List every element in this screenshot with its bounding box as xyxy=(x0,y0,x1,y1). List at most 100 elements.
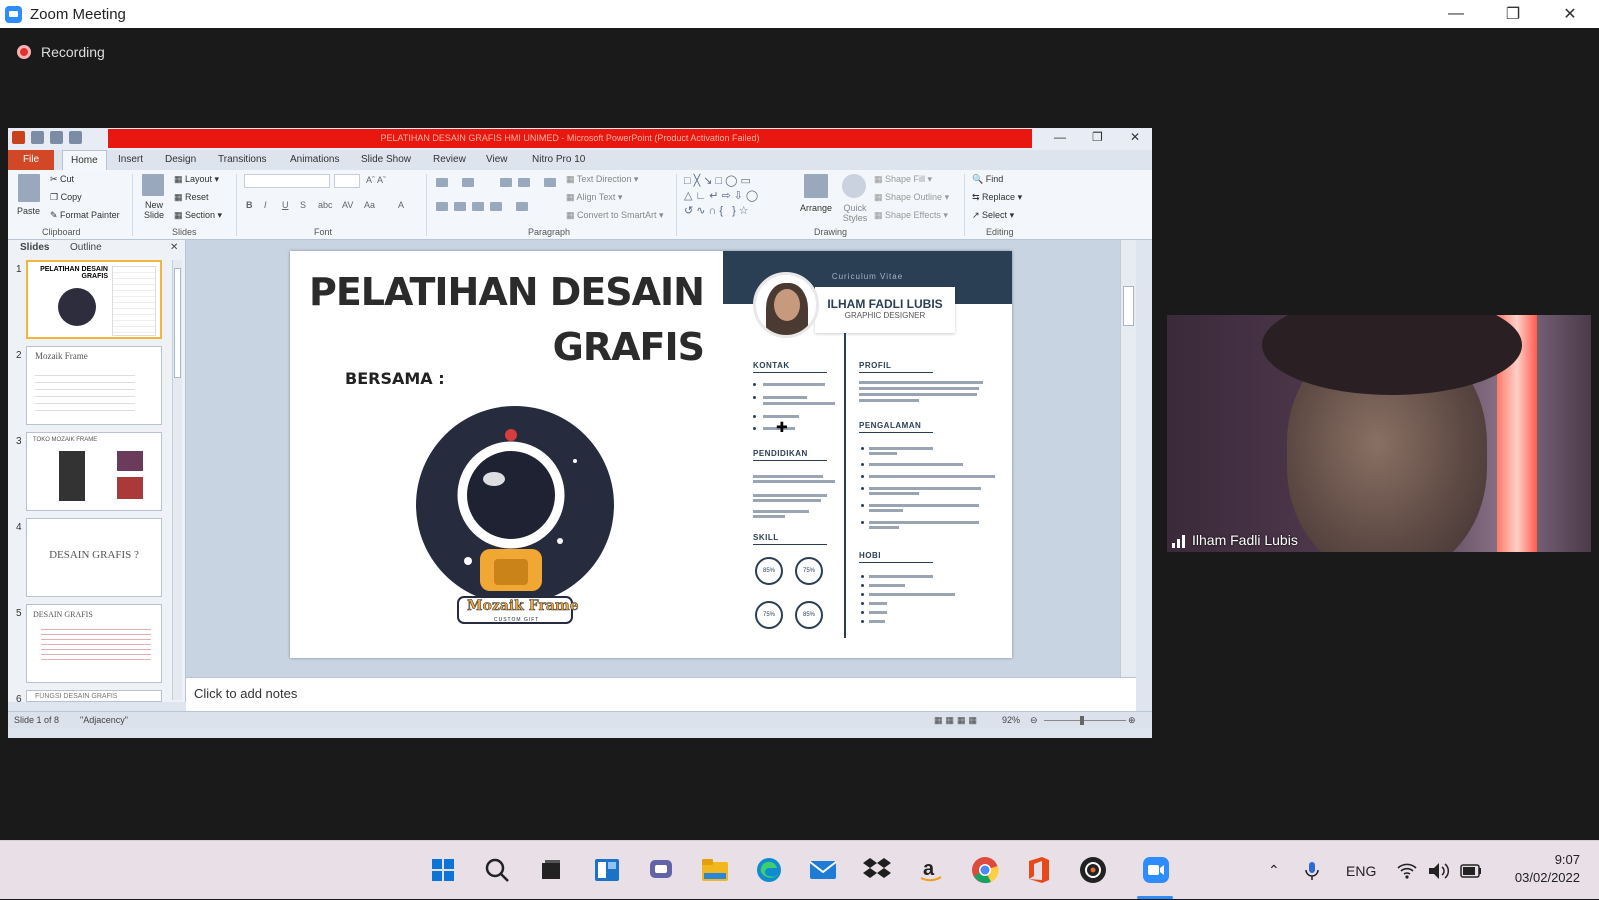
align-text-button[interactable]: ▦ Align Text ▾ xyxy=(566,192,622,203)
office-icon[interactable] xyxy=(1024,855,1054,885)
chat-icon[interactable] xyxy=(646,855,676,885)
font-name-box[interactable] xyxy=(244,174,330,188)
align-left-icon[interactable] xyxy=(436,202,448,211)
shadow-button[interactable]: S xyxy=(300,200,306,210)
battery-icon[interactable] xyxy=(1460,841,1482,900)
clock[interactable]: 9:07 03/02/2022 xyxy=(1494,851,1580,887)
increase-indent-icon[interactable] xyxy=(518,178,530,187)
shape-fill-button[interactable]: ▦ Shape Fill ▾ xyxy=(874,174,932,185)
format-painter-button[interactable]: ✎ Format Painter xyxy=(50,210,120,221)
bold-button[interactable]: B xyxy=(246,200,253,210)
text-direction-button[interactable]: ▦ Text Direction ▾ xyxy=(566,174,638,185)
paste-icon[interactable] xyxy=(18,174,40,202)
zoom-slider[interactable] xyxy=(1044,716,1126,725)
amazon-icon[interactable]: a xyxy=(916,855,946,885)
tab-design[interactable]: Design xyxy=(165,154,196,165)
slide-thumb-3[interactable]: TOKO MOZAIK FRAME xyxy=(26,432,162,511)
widgets-icon[interactable] xyxy=(592,855,622,885)
grow-font-button[interactable]: Aˆ Aˇ xyxy=(366,175,386,185)
ppt-close-button[interactable]: ✕ xyxy=(1130,130,1140,144)
reset-button[interactable]: ▦ Reset xyxy=(174,192,209,203)
start-icon[interactable] xyxy=(428,855,458,885)
tab-animations[interactable]: Animations xyxy=(290,154,339,165)
font-color-button[interactable]: A xyxy=(398,200,404,210)
align-center-icon[interactable] xyxy=(454,202,466,211)
slide-thumb-2[interactable]: Mozaik Frame xyxy=(26,346,162,425)
edge-icon[interactable] xyxy=(754,855,784,885)
restore-button[interactable]: ❐ xyxy=(1490,0,1536,28)
shape-effects-button[interactable]: ▦ Shape Effects ▾ xyxy=(874,210,948,221)
numbering-icon[interactable] xyxy=(462,178,474,187)
search-icon[interactable] xyxy=(482,855,512,885)
tab-view[interactable]: View xyxy=(486,154,508,165)
notes-pane[interactable]: Click to add notes xyxy=(186,677,1136,711)
change-case-button[interactable]: Aa xyxy=(364,200,375,210)
zoom-in-icon[interactable]: ⊕ xyxy=(1128,715,1136,726)
shape-outline-button[interactable]: ▦ Shape Outline ▾ xyxy=(874,192,949,203)
section-button[interactable]: ▦ Section ▾ xyxy=(174,210,222,221)
slide-thumb-5[interactable]: DESAIN GRAFIS xyxy=(26,604,162,683)
quick-styles-button[interactable]: Quick Styles xyxy=(838,203,872,223)
tab-nitro[interactable]: Nitro Pro 10 xyxy=(532,154,585,165)
minimize-button[interactable]: — xyxy=(1433,0,1479,28)
strike-button[interactable]: abc xyxy=(318,200,333,210)
spacing-button[interactable]: AV xyxy=(342,200,353,210)
tab-review[interactable]: Review xyxy=(433,154,466,165)
undo-icon[interactable] xyxy=(50,131,63,144)
new-slide-button[interactable]: New Slide xyxy=(140,200,168,220)
bullets-icon[interactable] xyxy=(436,178,448,187)
new-slide-icon[interactable] xyxy=(142,174,164,196)
slide-scrollbar[interactable] xyxy=(1120,240,1136,677)
shapes-gallery[interactable]: □╳↘□◯▭ △∟↵⇨⇩◯ ↺∿∩{ }☆ xyxy=(684,174,794,220)
pane-close-icon[interactable]: ✕ xyxy=(170,242,178,253)
close-button[interactable]: ✕ xyxy=(1547,0,1593,28)
file-explorer-icon[interactable] xyxy=(700,855,730,885)
line-spacing-icon[interactable] xyxy=(544,178,556,187)
participant-video[interactable]: Ilham Fadli Lubis xyxy=(1167,315,1591,552)
slide-bersama[interactable]: BERSAMA : xyxy=(345,369,445,388)
decrease-indent-icon[interactable] xyxy=(500,178,512,187)
convert-smartart-button[interactable]: ▦ Convert to SmartArt ▾ xyxy=(566,210,664,221)
replace-button[interactable]: ⇆ Replace ▾ xyxy=(972,192,1022,203)
media-player-icon[interactable] xyxy=(1078,855,1108,885)
ppt-minimize-button[interactable]: — xyxy=(1054,130,1066,144)
quick-styles-icon[interactable] xyxy=(842,174,866,198)
view-buttons[interactable]: ▦▦▦▦ xyxy=(934,715,980,726)
paste-button[interactable]: Paste xyxy=(17,206,40,216)
tab-file[interactable]: File xyxy=(8,150,54,170)
slide-title[interactable]: PELATIHAN DESAIN GRAFIS xyxy=(309,265,705,375)
find-button[interactable]: 🔍 Find xyxy=(972,174,1003,185)
copy-button[interactable]: ❐ Copy xyxy=(50,192,82,203)
language-indicator[interactable]: ENG xyxy=(1346,841,1376,900)
layout-button[interactable]: ▦ Layout ▾ xyxy=(174,174,219,185)
wifi-icon[interactable] xyxy=(1397,841,1417,900)
thumbs-scrollbar[interactable] xyxy=(172,260,182,700)
show-hidden-icons[interactable]: ⌃ xyxy=(1268,841,1280,900)
font-size-box[interactable] xyxy=(334,174,360,188)
tab-home[interactable]: Home xyxy=(62,150,107,170)
underline-button[interactable]: U xyxy=(282,200,289,210)
zoom-taskbar-icon[interactable] xyxy=(1141,855,1171,885)
save-icon[interactable] xyxy=(31,131,44,144)
slide-thumb-6[interactable]: FUNGSI DESAIN GRAFIS xyxy=(26,690,162,702)
task-view-icon[interactable] xyxy=(536,855,566,885)
arrange-icon[interactable] xyxy=(804,174,828,198)
columns-icon[interactable] xyxy=(516,202,528,211)
slide-thumb-1[interactable]: PELATIHAN DESAIN GRAFIS xyxy=(26,260,162,339)
arrange-button[interactable]: Arrange xyxy=(800,203,832,213)
tab-outline-pane[interactable]: Outline xyxy=(70,242,102,253)
volume-icon[interactable] xyxy=(1428,841,1450,900)
zoom-out-icon[interactable]: ⊖ xyxy=(1030,715,1038,726)
microphone-icon[interactable] xyxy=(1305,841,1319,900)
zoom-level[interactable]: 92% xyxy=(1002,715,1020,725)
cut-button[interactable]: ✂ Cut xyxy=(50,174,74,185)
redo-icon[interactable] xyxy=(69,131,82,144)
ppt-restore-button[interactable]: ❐ xyxy=(1092,130,1103,144)
slide-canvas[interactable]: PELATIHAN DESAIN GRAFIS BERSAMA : Mozaik… xyxy=(290,251,1012,658)
dropbox-icon[interactable] xyxy=(862,855,892,885)
tab-slides-pane[interactable]: Slides xyxy=(20,242,49,253)
recording-indicator[interactable]: Recording xyxy=(17,44,105,60)
select-button[interactable]: ↗ Select ▾ xyxy=(972,210,1014,221)
italic-button[interactable]: I xyxy=(264,200,267,210)
slide-thumb-4[interactable]: DESAIN GRAFIS ? xyxy=(26,518,162,597)
